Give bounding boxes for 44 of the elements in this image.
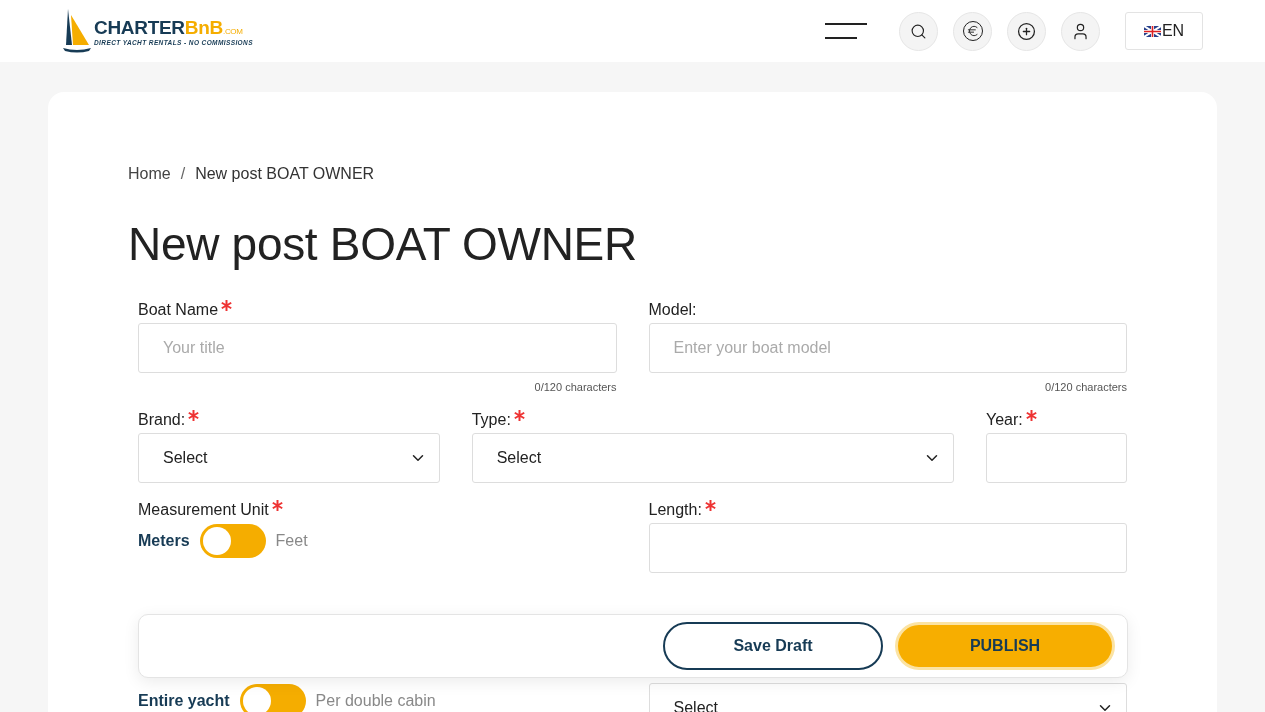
search-icon: [910, 22, 927, 40]
toggle-switch[interactable]: [199, 524, 266, 558]
breadcrumb-current: New post BOAT OWNER: [195, 165, 375, 183]
text-field[interactable]: Enter your boat model: [648, 323, 1127, 373]
field-label: Type:: [471, 407, 954, 433]
user-button[interactable]: [1061, 11, 1100, 51]
field-label: Model:: [648, 300, 698, 320]
character-counter: 0/120 characters: [534, 381, 617, 393]
select-dropdown[interactable]: Select: [471, 433, 954, 483]
text-field[interactable]: Your title: [138, 323, 617, 373]
required-icon: [271, 500, 283, 511]
required-icon: [704, 500, 716, 511]
field-label: Brand:: [138, 407, 440, 433]
required-icon: [188, 410, 200, 421]
save-draft-button[interactable]: Save Draft: [663, 622, 883, 670]
select-dropdown[interactable]: Select: [138, 433, 440, 483]
field-label: Year:: [986, 407, 1127, 433]
field-label: Boat Name: [138, 297, 617, 323]
character-counter: 0/120 characters: [1045, 381, 1127, 393]
toggle-option[interactable]: Per double cabin: [315, 692, 436, 710]
menu-icon[interactable]: [825, 23, 867, 39]
user-icon: [1071, 21, 1090, 41]
text-field[interactable]: [648, 523, 1127, 573]
plus-icon: [1017, 21, 1036, 41]
search-button[interactable]: [899, 11, 938, 51]
required-icon: [221, 300, 233, 311]
required-icon: [513, 410, 525, 421]
currency-button[interactable]: [953, 11, 992, 51]
field-label: Length:: [648, 497, 1127, 523]
toggle-option[interactable]: Meters: [138, 532, 190, 550]
language-button[interactable]: EN: [1125, 12, 1203, 50]
toggle-option[interactable]: Entire yacht: [138, 692, 230, 710]
breadcrumb-separator: /: [180, 165, 186, 183]
logo-wordmark: CHARTERBnB.COM: [94, 16, 244, 39]
breadcrumb-link[interactable]: Home: [128, 165, 171, 183]
field-label: Measurement Unit: [138, 497, 617, 523]
page-title: New post BOAT OWNER: [128, 217, 638, 271]
add-button[interactable]: [1007, 11, 1046, 51]
required-icon: [1025, 410, 1037, 421]
publish-button[interactable]: PUBLISH: [895, 622, 1115, 670]
toggle-switch[interactable]: [239, 684, 306, 712]
text-field[interactable]: [986, 433, 1127, 483]
toggle-option[interactable]: Feet: [275, 532, 308, 550]
flag-icon: [1143, 25, 1161, 37]
